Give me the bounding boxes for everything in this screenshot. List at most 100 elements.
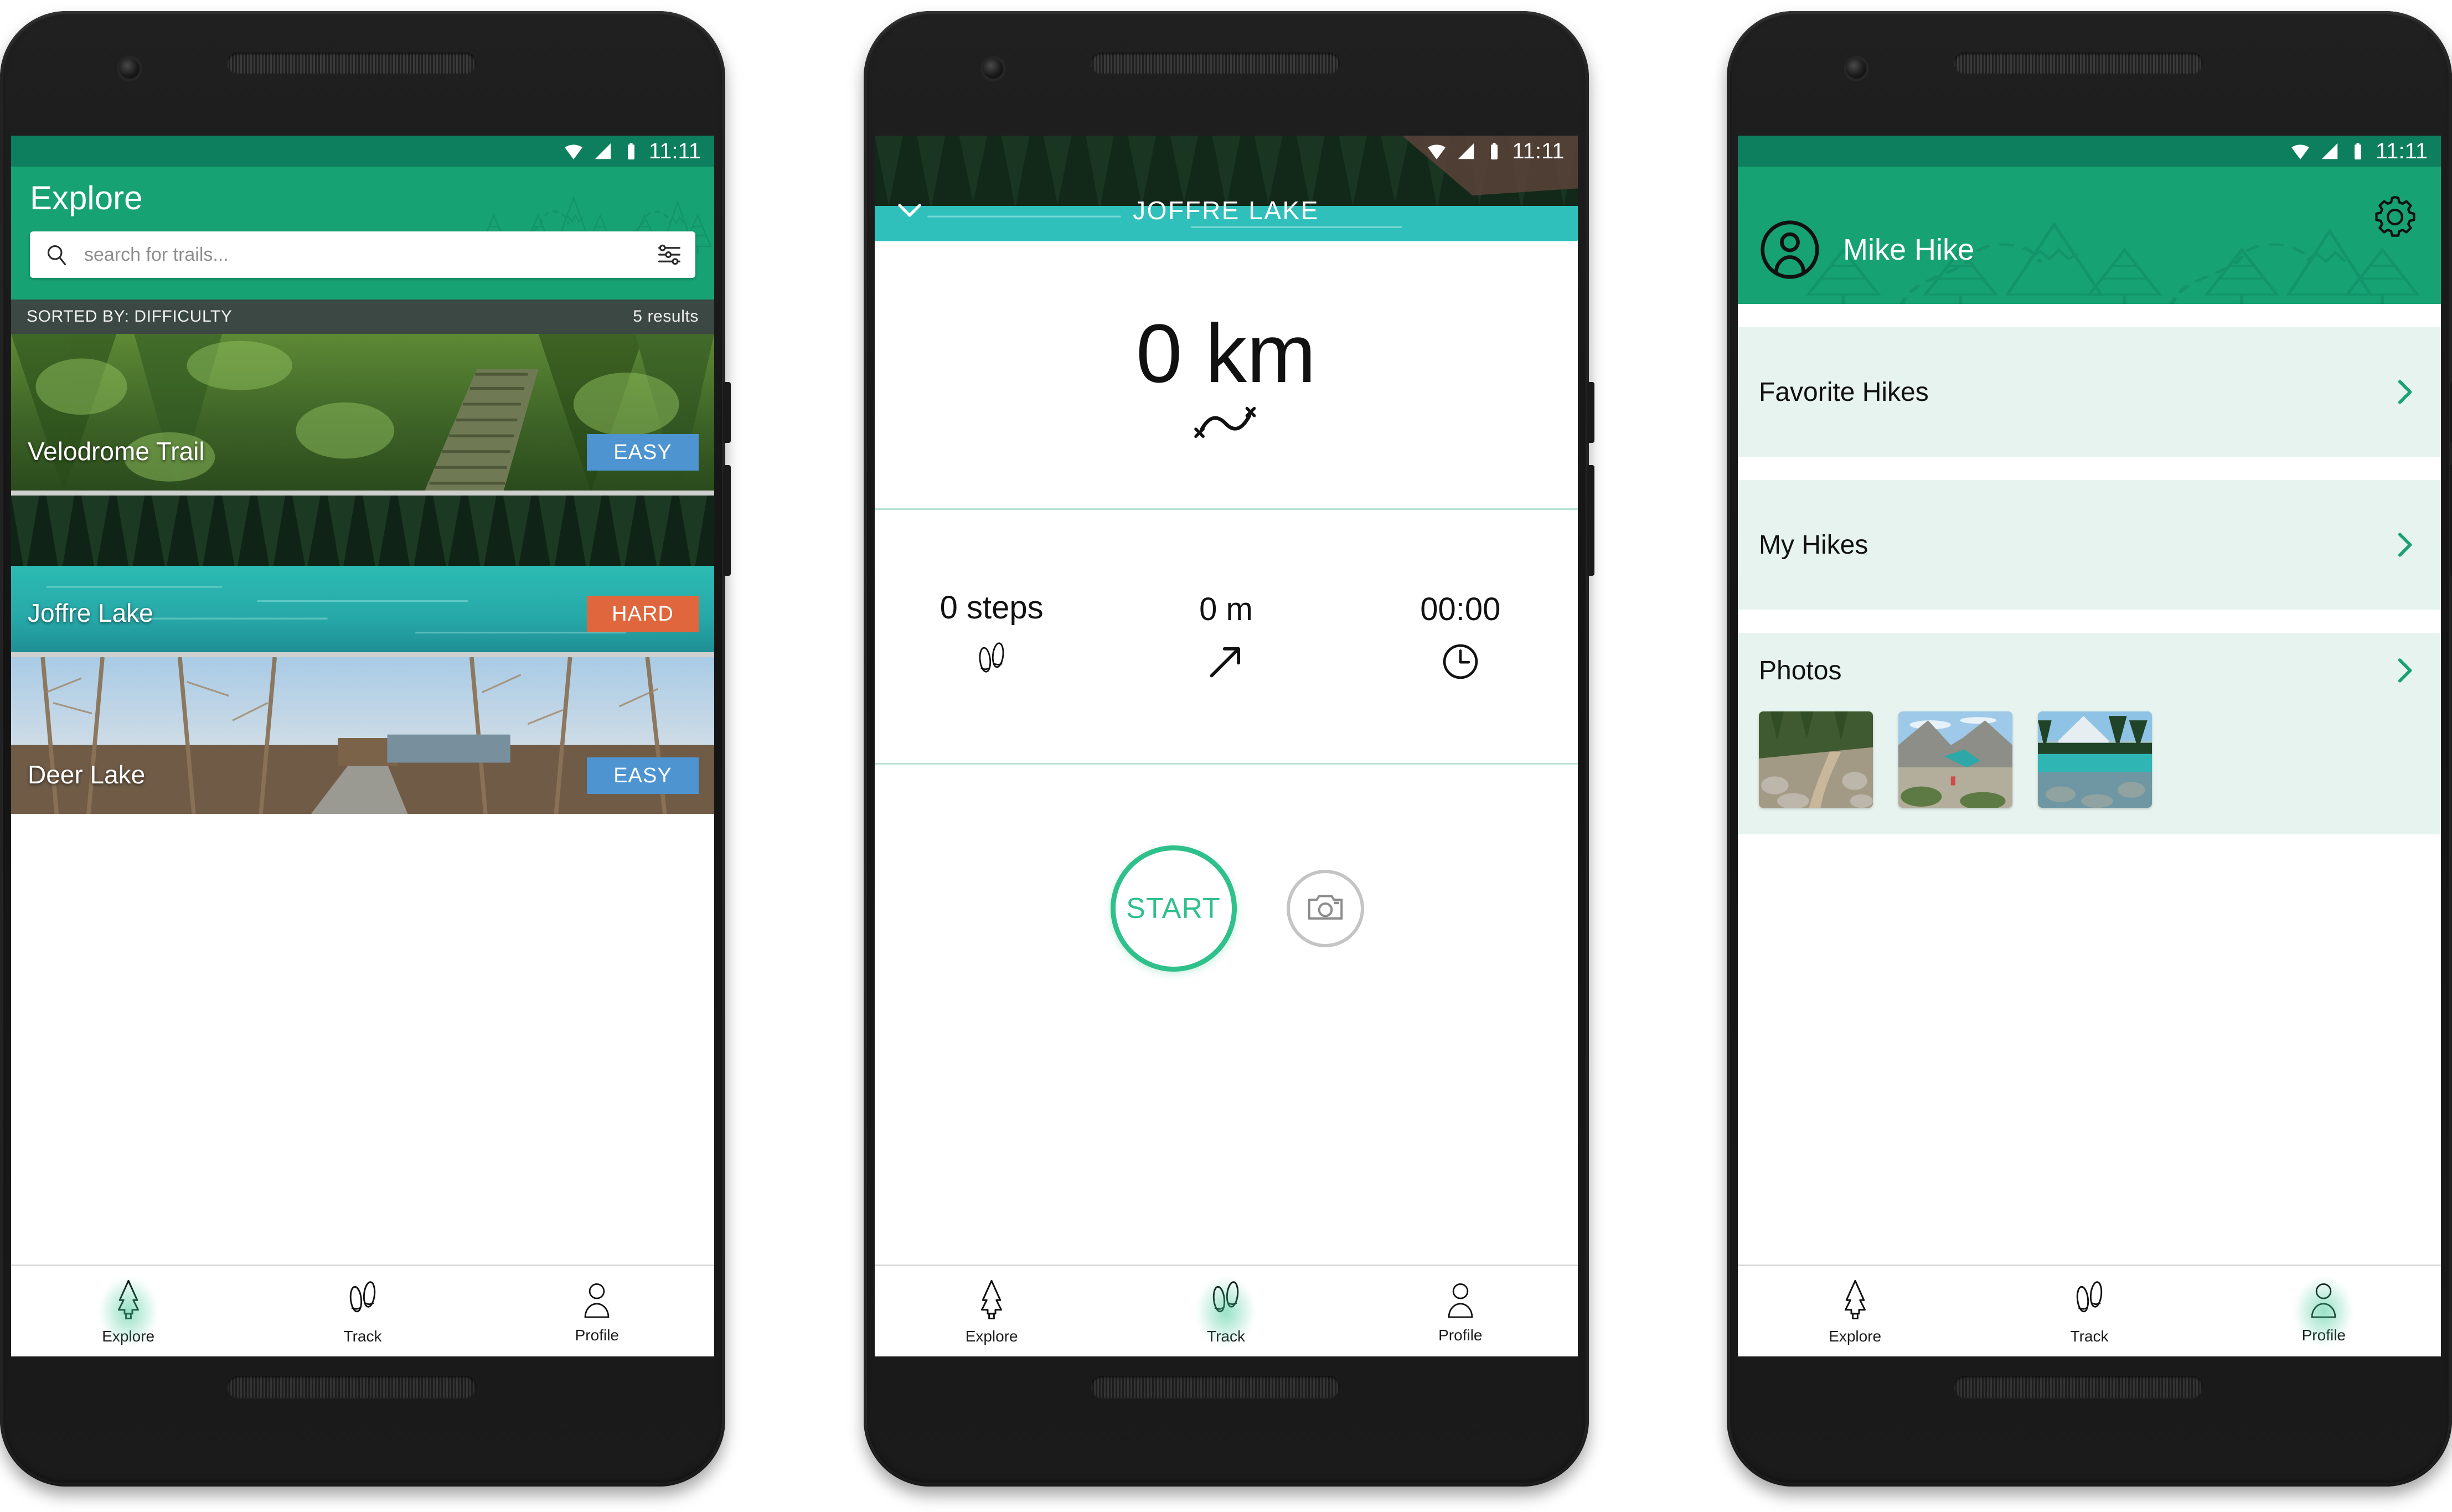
cell-signal-icon [2319,141,2340,162]
power-button[interactable] [1586,382,1594,443]
pine-tree-icon [1838,1278,1872,1324]
photo-thumbnail[interactable] [2038,711,2152,808]
tab-explore[interactable]: Explore [11,1266,245,1356]
tab-explore[interactable]: Explore [1738,1266,1972,1356]
volume-button[interactable] [723,465,731,576]
tab-label: Track [2070,1327,2109,1345]
tab-profile[interactable]: Profile [2207,1266,2441,1356]
stat-steps: 0 steps [875,510,1109,763]
trail-hero-banner: 11:11 JOFFRE LAKE [875,136,1578,244]
status-bar-time: 11:11 [648,139,701,163]
explore-header: Explore search for trails... [11,167,714,300]
cell-signal-icon [1455,141,1477,162]
action-panel: START [875,765,1578,1052]
tab-label: Profile [1438,1326,1483,1344]
sorted-by-label: SORTED BY: DIFFICULTY [27,307,233,326]
three-phone-mockup: 11:11 Explore search for trails... SORTE… [0,0,2452,1512]
track-screen: 11:11 JOFFRE LAKE 0 km 0 steps 0 m 00:00… [874,136,1578,1356]
filter-sliders-icon[interactable] [658,243,681,266]
front-camera-icon [120,59,140,79]
phone-explore: 11:11 Explore search for trails... SORTE… [0,0,731,1495]
earpiece-speaker [1090,53,1340,74]
tab-explore[interactable]: Explore [875,1266,1109,1356]
stat-duration: 00:00 [1343,510,1577,763]
menu-label: Favorite Hikes [1759,377,1929,407]
cell-signal-icon [592,141,613,162]
trail-name: Deer Lake [28,760,146,789]
volume-button[interactable] [2450,465,2452,576]
search-icon [44,242,69,267]
list-item[interactable]: My Hikes [1738,480,2441,610]
pine-tree-icon [974,1278,1009,1324]
tab-track[interactable]: Track [1972,1266,2206,1356]
divider [1738,457,2441,480]
search-input[interactable]: search for trails... [30,231,695,278]
camera-button[interactable] [1286,870,1364,947]
power-button[interactable] [723,382,731,443]
table-row[interactable]: Deer Lake EASY [11,657,714,814]
phone-profile: 11:11 Mike Hike Favorite Hikes My Hikes [1727,0,2452,1495]
tab-profile[interactable]: Profile [480,1266,714,1356]
photo-strip [1759,711,2420,808]
battery-icon [621,141,641,161]
profile-name: Mike Hike [1843,233,1975,266]
gear-icon[interactable] [2371,193,2419,241]
footsteps-icon [1209,1278,1243,1324]
trail-name: Joffre Lake [28,598,153,627]
tab-track[interactable]: Track [1109,1266,1343,1356]
status-badge: EASY [587,434,699,471]
page-title: Explore [30,179,143,216]
profile-header: 11:11 Mike Hike [1738,136,2441,304]
tab-label: Explore [102,1327,155,1345]
profile-identity: Mike Hike [1759,219,1974,281]
tab-track[interactable]: Track [245,1266,479,1356]
front-camera-icon [1846,59,1866,79]
photo-thumbnail[interactable] [1898,711,2012,808]
list-item[interactable]: Favorite Hikes [1738,327,2441,457]
start-button[interactable]: START [1110,845,1237,972]
profile-screen: 11:11 Mike Hike Favorite Hikes My Hikes [1738,136,2441,1356]
photos-section[interactable]: Photos [1738,633,2441,834]
page-title: JOFFRE LAKE [1133,196,1319,225]
menu-label: My Hikes [1759,530,1868,560]
person-icon [2308,1279,2340,1323]
distance-value: 0 km [1135,306,1317,400]
tab-profile[interactable]: Profile [1343,1266,1577,1356]
battery-icon [1484,141,1504,161]
status-bar: 11:11 [875,136,1578,167]
power-button[interactable] [2450,382,2452,443]
chevron-right-icon [2389,376,2420,407]
table-row[interactable]: Velodrome Trail EASY [11,334,714,491]
trail-list: Velodrome Trail EASY Joffre Lake HARD De… [11,334,714,814]
camera-icon [1305,889,1345,928]
volume-button[interactable] [1586,465,1594,576]
stats-panel: 0 steps 0 m 00:00 [874,510,1578,765]
user-avatar-icon [1759,219,1821,281]
photo-thumbnail[interactable] [1759,711,1873,808]
stat-value: 0 steps [939,590,1044,626]
bottom-navigation: Explore Track Profile [874,1265,1578,1356]
divider [1738,304,2441,327]
sort-bar[interactable]: SORTED BY: DIFFICULTY 5 results [11,300,714,334]
status-badge: EASY [587,757,699,794]
tab-label: Track [1207,1327,1245,1345]
chevron-down-icon[interactable] [892,193,927,228]
wifi-icon [562,140,585,162]
table-row[interactable]: Joffre Lake HARD [11,496,714,652]
pine-tree-icon [111,1278,146,1324]
footsteps-icon [2072,1278,2107,1324]
phone-track: 11:11 JOFFRE LAKE 0 km 0 steps 0 m 00:00… [863,0,1594,1495]
tab-label: Explore [965,1327,1018,1345]
results-count-label: 5 results [633,307,699,326]
tab-label: Profile [575,1326,619,1344]
person-icon [581,1279,613,1323]
explore-screen: 11:11 Explore search for trails... SORTE… [11,136,714,1356]
home-bar [227,1376,476,1398]
elevation-arrow-icon [1205,641,1246,682]
status-badge: HARD [587,596,699,632]
tab-label: Explore [1829,1327,1882,1345]
photos-label: Photos [1759,656,1842,685]
status-bar-time: 11:11 [1512,139,1565,163]
home-bar [1090,1376,1340,1398]
divider [1738,610,2441,633]
